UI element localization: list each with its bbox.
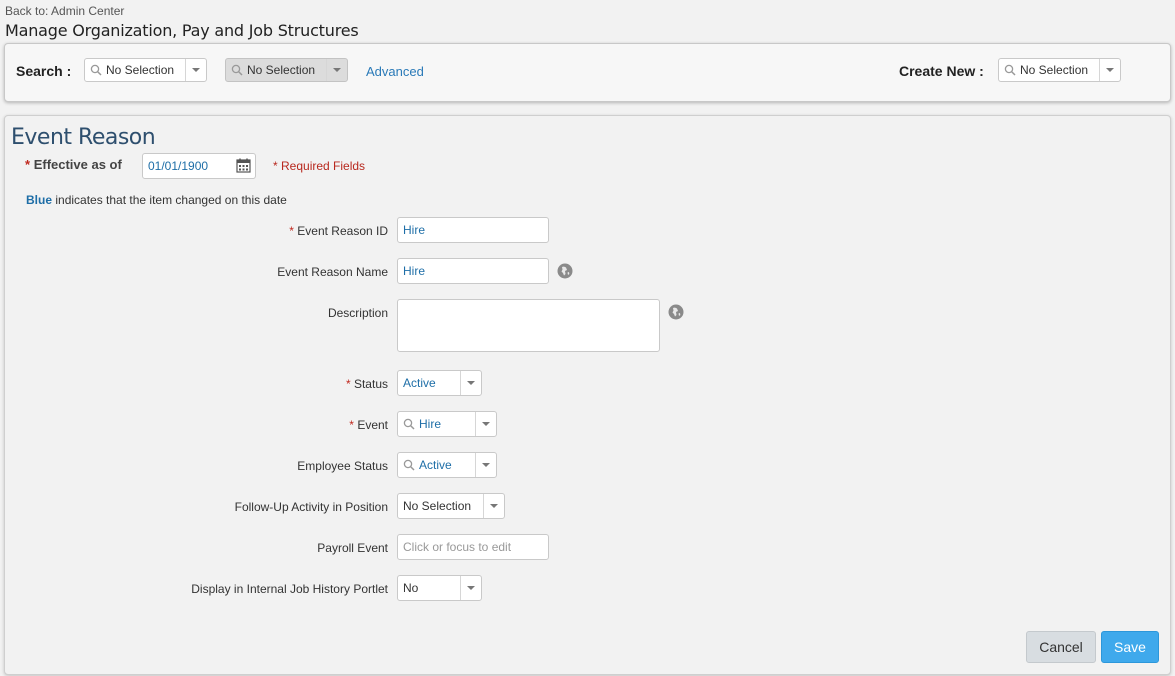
event-select[interactable]: Hire (397, 411, 497, 437)
create-new-select[interactable]: No Selection (998, 58, 1121, 82)
search-icon (401, 453, 417, 477)
search-type-value: No Selection (106, 63, 175, 77)
display-job-history-value: No (403, 581, 419, 595)
back-link[interactable]: Back to: Admin Center (5, 4, 124, 18)
effective-as-of-label: * Effective as of (25, 157, 122, 172)
employee-status-label: Employee Status (297, 459, 388, 473)
chevron-down-icon[interactable] (460, 576, 481, 600)
search-type-select[interactable]: No Selection (84, 58, 207, 82)
chevron-down-icon[interactable] (326, 59, 347, 81)
cancel-button[interactable]: Cancel (1026, 631, 1096, 663)
status-value: Active (403, 376, 436, 390)
chevron-down-icon[interactable] (475, 412, 496, 436)
advanced-search-link[interactable]: Advanced (366, 64, 424, 79)
effective-date-input[interactable]: 01/01/1900 (142, 153, 256, 179)
calendar-icon[interactable] (236, 158, 251, 176)
blue-legend-note: Blue indicates that the item changed on … (26, 193, 287, 207)
description-label: Description (327, 306, 388, 320)
follow-up-activity-select[interactable]: No Selection (397, 493, 505, 519)
create-new-value: No Selection (1020, 63, 1089, 77)
employee-status-value: Active (419, 458, 452, 472)
payroll-event-label: Payroll Event (317, 541, 388, 555)
search-item-value: No Selection (247, 63, 316, 77)
create-new-label: Create New : (899, 63, 984, 79)
status-select[interactable]: Active (397, 370, 482, 396)
employee-status-select[interactable]: Active (397, 452, 497, 478)
follow-up-activity-value: No Selection (403, 499, 472, 513)
display-job-history-label: Display in Internal Job History Portlet (191, 582, 388, 596)
event-reason-name-label: Event Reason Name (277, 265, 388, 279)
follow-up-activity-label: Follow-Up Activity in Position (234, 500, 388, 514)
chevron-down-icon[interactable] (185, 59, 206, 81)
search-toolbar: Search : No Selection No Selection Advan… (4, 43, 1171, 102)
event-reason-name-input[interactable]: Hire (397, 258, 549, 284)
chevron-down-icon[interactable] (475, 453, 496, 477)
description-textarea[interactable] (397, 299, 660, 352)
chevron-down-icon[interactable] (483, 494, 504, 518)
page-title: Manage Organization, Pay and Job Structu… (5, 21, 359, 40)
globe-icon[interactable] (557, 263, 573, 279)
event-value: Hire (419, 417, 442, 431)
search-icon (88, 59, 104, 81)
chevron-down-icon[interactable] (460, 371, 481, 395)
search-label: Search : (16, 63, 72, 79)
display-job-history-select[interactable]: No (397, 575, 482, 601)
save-button[interactable]: Save (1101, 631, 1159, 663)
event-reason-id-input[interactable]: Hire (397, 217, 549, 243)
status-label: * Status (345, 377, 388, 391)
globe-icon[interactable] (668, 304, 684, 320)
event-reason-id-label: * Event Reason ID (289, 224, 388, 238)
search-icon (229, 59, 245, 81)
event-reason-panel: Event Reason * Effective as of 01/01/190… (4, 115, 1171, 675)
section-title: Event Reason (11, 125, 156, 150)
payroll-event-input[interactable]: Click or focus to edit (397, 534, 549, 560)
required-fields-note: * Required Fields (273, 159, 366, 173)
chevron-down-icon[interactable] (1099, 59, 1120, 81)
search-icon (401, 412, 417, 436)
event-label: * Event (349, 418, 388, 432)
search-item-select[interactable]: No Selection (225, 58, 348, 82)
search-icon (1002, 59, 1018, 81)
